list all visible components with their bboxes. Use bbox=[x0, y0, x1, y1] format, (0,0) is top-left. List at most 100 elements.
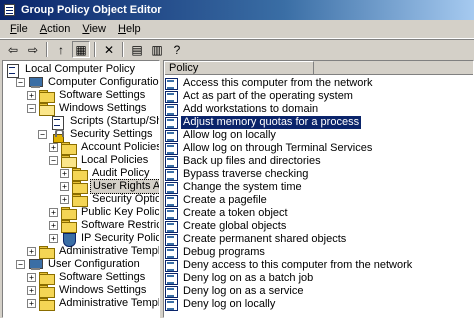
tree-node[interactable]: + Administrative Templates bbox=[27, 297, 159, 311]
tree-node[interactable]: + Software Restriction Policies bbox=[49, 219, 159, 233]
toolbar-separator bbox=[94, 42, 96, 57]
details-pane[interactable]: Policy Access this computer from the net… bbox=[163, 60, 474, 318]
policy-icon bbox=[165, 299, 178, 311]
list-item[interactable]: Act as part of the operating system bbox=[165, 90, 355, 103]
policy-root-icon bbox=[5, 63, 20, 78]
list-item[interactable]: Access this computer from the network bbox=[165, 77, 375, 90]
collapse-icon[interactable]: − bbox=[38, 130, 47, 139]
list-item[interactable]: Deny log on locally bbox=[165, 298, 277, 311]
menu-view[interactable]: View bbox=[76, 21, 112, 38]
expand-icon[interactable]: + bbox=[49, 221, 58, 230]
tree-node[interactable]: − Security Settings bbox=[38, 128, 155, 143]
policy-label: Deny access to this computer from the ne… bbox=[183, 259, 413, 271]
tree-node[interactable]: + Security Options bbox=[60, 193, 159, 207]
tree-node-label: Scripts (Startup/Shutdown) bbox=[70, 115, 159, 127]
tree-node[interactable]: + User Rights Assignment bbox=[60, 179, 159, 194]
tree-node[interactable]: + Public Key Policies bbox=[49, 206, 159, 220]
delete-icon[interactable]: ✕ bbox=[100, 41, 118, 58]
collapse-icon[interactable]: − bbox=[49, 156, 58, 165]
back-arrow-icon[interactable]: ⇦ bbox=[4, 41, 22, 58]
folder-icon bbox=[61, 207, 77, 220]
list-item[interactable]: Create global objects bbox=[165, 220, 288, 233]
expand-icon[interactable]: + bbox=[60, 169, 69, 178]
tree-node[interactable]: Local Computer Policy bbox=[5, 63, 137, 78]
folder-open-icon bbox=[39, 103, 55, 116]
export-list-icon[interactable]: ▥ bbox=[148, 41, 166, 58]
list-item[interactable]: Create permanent shared objects bbox=[165, 233, 348, 246]
help-icon[interactable]: ? bbox=[168, 41, 186, 58]
tree-node-label: Software Restriction Policies bbox=[81, 219, 159, 231]
list-item[interactable]: Deny log on as a service bbox=[165, 285, 305, 298]
expand-icon[interactable]: + bbox=[49, 208, 58, 217]
list-item[interactable]: Create a token object bbox=[165, 207, 290, 220]
folder-icon bbox=[39, 272, 55, 285]
tree-node[interactable]: − Local Policies bbox=[49, 154, 150, 168]
up-folder-icon[interactable]: ↑ bbox=[52, 41, 70, 58]
title-bar: Group Policy Object Editor bbox=[0, 0, 474, 20]
tree-node-label: Local Policies bbox=[81, 154, 149, 166]
list-item[interactable]: Debug programs bbox=[165, 246, 267, 259]
properties-icon[interactable]: ▤ bbox=[128, 41, 146, 58]
expand-icon[interactable]: + bbox=[27, 91, 36, 100]
collapse-icon[interactable]: − bbox=[16, 78, 25, 87]
policy-label: Create global objects bbox=[183, 220, 287, 232]
expand-icon[interactable]: + bbox=[27, 247, 36, 256]
show-hide-tree-icon[interactable]: ▦ bbox=[72, 41, 90, 58]
expand-icon[interactable]: + bbox=[27, 299, 36, 308]
policy-icon bbox=[165, 78, 178, 90]
tree-node[interactable]: + IP Security Policies on Local Computer bbox=[49, 232, 159, 247]
tree-node-label: Computer Configuration bbox=[48, 76, 160, 88]
tree-node[interactable]: − Windows Settings bbox=[27, 102, 148, 116]
tree-node[interactable]: − Computer Configuration bbox=[16, 76, 160, 89]
expand-icon[interactable]: + bbox=[49, 143, 58, 152]
tree-node[interactable]: + Software Settings bbox=[27, 89, 147, 103]
policy-icon bbox=[165, 143, 178, 155]
folder-icon bbox=[61, 220, 77, 233]
expand-icon[interactable]: + bbox=[27, 273, 36, 282]
policy-label: Create permanent shared objects bbox=[183, 233, 347, 245]
list-item[interactable]: Allow log on locally bbox=[165, 129, 278, 142]
expand-icon[interactable]: + bbox=[60, 195, 69, 204]
policy-icon bbox=[165, 208, 178, 220]
expand-icon[interactable]: + bbox=[49, 234, 58, 243]
collapse-icon[interactable]: − bbox=[27, 104, 36, 113]
list-item[interactable]: Deny log on as a batch job bbox=[165, 272, 315, 285]
tree-node-label: IP Security Policies on Local Computer bbox=[81, 232, 159, 244]
list-item[interactable]: Adjust memory quotas for a process bbox=[165, 116, 362, 129]
menu-action[interactable]: Action bbox=[34, 21, 77, 38]
tree-node[interactable]: − User Configuration bbox=[16, 258, 142, 271]
folder-icon bbox=[72, 181, 88, 194]
toolbar: ⇦ ⇨ ↑ ▦ ✕ ▤ ▥? bbox=[0, 39, 474, 59]
expand-icon[interactable]: + bbox=[60, 182, 69, 191]
column-header-policy[interactable]: Policy bbox=[164, 61, 314, 75]
tree-node[interactable]: + Software Settings bbox=[27, 271, 147, 285]
policy-icon bbox=[165, 221, 178, 233]
menu-file[interactable]: File bbox=[4, 21, 34, 38]
list-item[interactable]: Add workstations to domain bbox=[165, 103, 320, 116]
collapse-icon[interactable]: − bbox=[16, 260, 25, 269]
policy-label: Create a pagefile bbox=[183, 194, 267, 206]
tree-node[interactable]: + Account Policies bbox=[49, 141, 159, 155]
folder-icon bbox=[72, 168, 88, 181]
policy-icon bbox=[165, 247, 178, 259]
menu-bar: File Action View Help bbox=[0, 20, 474, 39]
tree-pane[interactable]: Local Computer Policy − Computer Configura… bbox=[2, 60, 160, 318]
tree-node[interactable]: + Administrative Templates bbox=[27, 245, 159, 259]
list-item[interactable]: Back up files and directories bbox=[165, 155, 323, 168]
policy-icon bbox=[165, 273, 178, 285]
tree-node-label: Administrative Templates bbox=[59, 297, 159, 309]
tree-node[interactable]: Scripts (Startup/Shutdown) bbox=[38, 115, 159, 130]
list-item[interactable]: Change the system time bbox=[165, 181, 304, 194]
tree-node[interactable]: + Windows Settings bbox=[27, 284, 148, 298]
list-item[interactable]: Deny access to this computer from the ne… bbox=[165, 259, 414, 272]
list-item[interactable]: Create a pagefile bbox=[165, 194, 269, 207]
policy-icon bbox=[165, 91, 178, 103]
list-item[interactable]: Bypass traverse checking bbox=[165, 168, 310, 181]
policy-label: Bypass traverse checking bbox=[183, 168, 309, 180]
list-item[interactable]: Allow log on through Terminal Services bbox=[165, 142, 374, 155]
forward-arrow-icon[interactable]: ⇨ bbox=[24, 41, 42, 58]
policy-icon bbox=[165, 234, 178, 246]
expand-icon[interactable]: + bbox=[27, 286, 36, 295]
menu-help[interactable]: Help bbox=[112, 21, 147, 38]
